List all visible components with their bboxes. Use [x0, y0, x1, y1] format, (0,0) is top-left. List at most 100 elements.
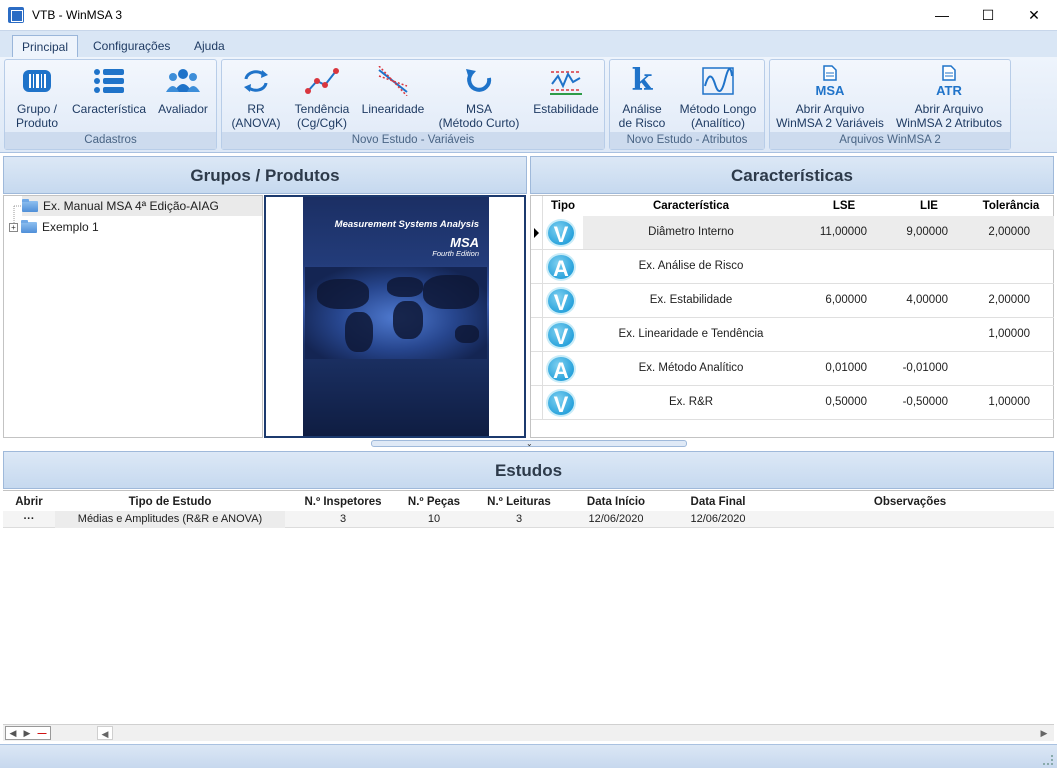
abrir-atributos-button[interactable]: ATR Abrir Arquivo WinMSA 2 Atributos	[892, 64, 1006, 130]
delete-record-icon[interactable]: —	[37, 728, 46, 738]
row-selector[interactable]	[531, 352, 543, 385]
tolerance-cell	[969, 250, 1030, 283]
msa-metodo-curto-button[interactable]: MSA (Método Curto)	[434, 64, 524, 130]
tree-item-manual[interactable]: Ex. Manual MSA 4ª Edição-AIAG	[22, 196, 262, 216]
grupo-produto-label: Grupo / Produto	[15, 102, 59, 130]
characteristic-name-cell: Ex. Estabilidade	[649, 294, 733, 306]
lie-cell	[889, 318, 948, 351]
table-row[interactable]: V Diâmetro Interno 11,00000 9,00000 2,00000	[531, 216, 1054, 250]
table-row[interactable]: V Ex. R&R 0,50000 -0,50000 1,00000	[531, 386, 1054, 420]
analise-risco-button[interactable]: k Análise de Risco	[616, 63, 668, 131]
col-pecas[interactable]: N.º Peças	[399, 493, 469, 511]
tree-item-exemplo[interactable]: + Exemplo 1	[9, 217, 99, 237]
table-row[interactable]: V Ex. Linearidade e Tendência 1,00000	[531, 318, 1054, 352]
ribbon-group-cadastros: Grupo / Produto Característica Avaliador…	[4, 59, 217, 150]
group-tree: Ex. Manual MSA 4ª Edição-AIAG + Exemplo …	[3, 195, 263, 438]
msa-book-cover: Measurement Systems Analysis MSA Fourth …	[303, 197, 489, 436]
caracteristica-label: Característica	[71, 102, 147, 116]
tab-principal[interactable]: Principal	[12, 35, 79, 58]
table-row[interactable]: V Ex. Estabilidade 6,00000 4,00000 2,00000	[531, 284, 1054, 318]
avaliador-button[interactable]: Avaliador	[153, 64, 213, 116]
metodo-longo-button[interactable]: Método Longo (Analítico)	[674, 64, 762, 130]
horizontal-scrollbar[interactable]: ◀ ▶ — ◀ ▶	[3, 724, 1054, 741]
col-abrir[interactable]: Abrir	[3, 493, 55, 511]
ribbon-tabs: Principal Configurações Ajuda	[0, 30, 1057, 58]
caracteristica-button[interactable]: Característica	[71, 64, 147, 116]
lie-cell	[889, 250, 948, 283]
col-lse[interactable]: LSE	[799, 196, 889, 216]
scroll-left-arrow[interactable]: ◀	[97, 726, 113, 740]
table-row[interactable]: A Ex. Análise de Risco	[531, 250, 1054, 284]
open-study-button[interactable]: ···	[3, 511, 55, 528]
studies-grid: Abrir Tipo de Estudo N.º Inspetores N.º …	[3, 490, 1054, 724]
col-tipo[interactable]: Tipo	[543, 196, 583, 216]
maximize-button[interactable]: ☐	[965, 0, 1011, 30]
tab-configuracoes[interactable]: Configurações	[84, 35, 179, 58]
type-badge-icon: V	[546, 321, 576, 349]
col-lie[interactable]: LIE	[889, 196, 969, 216]
minimize-button[interactable]: —	[919, 0, 965, 30]
row-selector[interactable]	[531, 250, 543, 283]
tab-ajuda[interactable]: Ajuda	[185, 35, 234, 58]
study-type-cell: Médias e Amplitudes (R&R e ANOVA)	[55, 511, 285, 528]
characteristic-name-cell: Diâmetro Interno	[648, 226, 734, 238]
expand-icon[interactable]: +	[9, 222, 18, 232]
abrir-variaveis-button[interactable]: MSA Abrir Arquivo WinMSA 2 Variáveis	[774, 64, 886, 130]
group-label-winmsa2: Arquivos WinMSA 2	[770, 132, 1010, 149]
resize-grip-icon[interactable]	[1043, 755, 1053, 765]
lse-cell: 0,01000	[825, 362, 867, 374]
row-selector[interactable]	[531, 386, 543, 419]
col-caracteristica[interactable]: Característica	[583, 196, 799, 216]
row-selector[interactable]	[531, 284, 543, 317]
type-badge-icon: A	[546, 355, 576, 383]
lse-cell	[799, 318, 867, 351]
col-tipo-estudo[interactable]: Tipo de Estudo	[55, 493, 285, 511]
group-label-atributos: Novo Estudo - Atributos	[610, 132, 764, 149]
next-record-icon[interactable]: ▶	[23, 728, 30, 739]
groups-panel-title: Grupos / Produtos	[3, 156, 527, 194]
lie-cell: -0,01000	[902, 362, 948, 374]
msa-file-icon: MSA	[774, 64, 886, 98]
linearidade-label: Linearidade	[361, 102, 425, 116]
wave-chart-icon	[674, 64, 762, 98]
row-selector[interactable]	[531, 318, 543, 351]
linearidade-button[interactable]: Linearidade	[359, 64, 427, 116]
characteristic-name-cell: Ex. Linearidade e Tendência	[618, 328, 764, 340]
tendencia-button[interactable]: Tendência (Cg/CgK)	[290, 64, 354, 130]
type-badge-icon: A	[546, 253, 576, 281]
app-icon	[8, 7, 24, 23]
col-tolerancia[interactable]: Tolerância	[969, 196, 1053, 216]
world-map-graphic	[305, 267, 487, 359]
characteristic-name-cell: Ex. Método Analítico	[638, 362, 744, 374]
col-inspetores[interactable]: N.º Inspetores	[295, 493, 391, 511]
k-icon: k	[631, 63, 653, 98]
ribbon-group-variaveis: RR (ANOVA) Tendência (Cg/CgK) Linearidad…	[221, 59, 605, 150]
estabilidade-button[interactable]: Estabilidade	[530, 64, 602, 116]
folder-icon	[22, 198, 38, 212]
msa-metodo-curto-label: MSA (Método Curto)	[438, 102, 520, 130]
msa-badge: MSA	[815, 83, 845, 98]
parts-cell: 10	[427, 513, 441, 525]
col-leituras[interactable]: N.º Leituras	[477, 493, 561, 511]
prev-record-icon[interactable]: ◀	[10, 728, 17, 739]
col-data-final[interactable]: Data Final	[675, 493, 761, 511]
table-row[interactable]: A Ex. Método Analítico 0,01000 -0,01000	[531, 352, 1054, 386]
barcode-icon	[11, 64, 63, 98]
tolerance-cell: 1,00000	[988, 328, 1030, 340]
close-button[interactable]: ✕	[1011, 0, 1057, 30]
analise-risco-label: Análise de Risco	[618, 102, 666, 130]
col-data-inicio[interactable]: Data Início	[573, 493, 659, 511]
lie-cell: 4,00000	[906, 294, 948, 306]
scroll-right-arrow[interactable]: ▶	[1036, 726, 1052, 740]
record-navigator[interactable]: ◀ ▶ —	[5, 726, 51, 740]
row-selector[interactable]	[531, 216, 543, 249]
lie-cell: -0,50000	[902, 396, 948, 408]
tendencia-label: Tendência (Cg/CgK)	[294, 102, 350, 130]
abrir-atributos-label: Abrir Arquivo WinMSA 2 Atributos	[895, 102, 1003, 130]
lse-cell: 0,50000	[825, 396, 867, 408]
grupo-produto-button[interactable]: Grupo / Produto	[11, 64, 63, 130]
table-row[interactable]: ··· Médias e Amplitudes (R&R e ANOVA) 3 …	[3, 511, 1054, 528]
rr-anova-button[interactable]: RR (ANOVA)	[226, 64, 286, 130]
col-observacoes[interactable]: Observações	[773, 493, 1047, 511]
panel-splitter[interactable]: ⌄	[371, 439, 687, 448]
